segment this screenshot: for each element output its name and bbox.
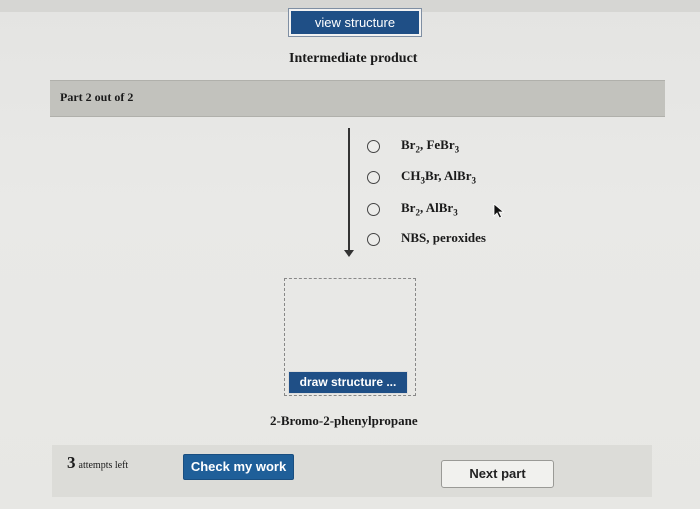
radio-button[interactable] — [367, 233, 380, 246]
intermediate-product-label: Intermediate product — [289, 51, 418, 66]
reagent-option-label: NBS, peroxides — [401, 230, 486, 245]
reaction-arrow-head — [344, 250, 354, 257]
radio-button[interactable] — [367, 171, 380, 184]
reaction-arrow — [348, 128, 350, 254]
draw-structure-button[interactable]: draw structure ... — [288, 371, 408, 394]
radio-button[interactable] — [367, 203, 380, 216]
reagent-option-label: CH3Br, AlBr3 — [401, 168, 476, 186]
reagent-option-label: Br2, FeBr3 — [401, 137, 460, 155]
part-header-bar: Part 2 out of 2 — [50, 80, 665, 117]
view-structure-button[interactable]: view structure — [289, 9, 421, 36]
part-label: Part 2 out of 2 — [60, 90, 134, 104]
attempts-number: 3 — [67, 453, 76, 472]
attempts-text: attempts left — [78, 460, 129, 471]
attempts-counter: 3 attempts left — [67, 453, 128, 473]
footer-bar — [52, 445, 652, 497]
product-name-label: 2-Bromo-2-phenylpropane — [270, 413, 418, 428]
radio-button[interactable] — [367, 140, 380, 153]
reagent-option-label: Br2, AlBr3 — [401, 200, 458, 218]
next-part-button[interactable]: Next part — [441, 460, 554, 488]
check-my-work-button[interactable]: Check my work — [183, 454, 294, 480]
mouse-cursor-icon — [493, 203, 505, 219]
